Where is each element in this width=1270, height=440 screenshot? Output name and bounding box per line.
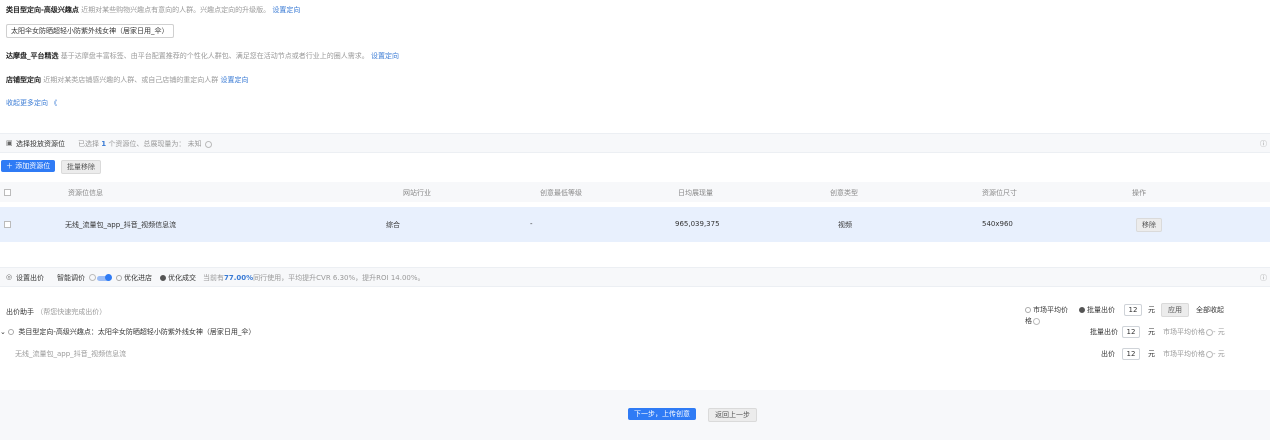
col-placement-info: 资源位信息 [68, 189, 103, 197]
store-targeting: 店铺型定向 近期对某类店铺感兴趣的人群、或自己店铺的重定向人群 设置定向 [6, 75, 248, 85]
store-set-targeting-link[interactable]: 设置定向 [220, 76, 248, 84]
bid-settings-icon: ◎ [6, 273, 13, 281]
category-targeting-title: 类目型定向-高级兴趣点 [6, 6, 79, 14]
market-avg-radio[interactable]: 市场平均价 [1025, 305, 1068, 315]
chevron-down-icon[interactable]: ⌄ [0, 328, 6, 336]
bid-helper-subtitle: （帮您快速完成出价） [36, 308, 107, 316]
help-icon[interactable] [1206, 328, 1213, 336]
smart-bid-label: 智能调价 [57, 274, 85, 282]
dmp-targeting-title: 达摩盘_平台精选 [6, 52, 59, 60]
row-industry: 综合 [386, 221, 400, 229]
bid-helper-title: 出价助手 （帮您快速完成出价） [6, 307, 106, 317]
back-button[interactable]: 返回上一步 [708, 408, 757, 422]
placement-title: 选择投放资源位 [16, 140, 65, 148]
row-placement-name: 无线_流量包_app_抖音_视频信息流 [65, 221, 177, 229]
collapse-more-targeting-link[interactable]: 收起更多定向 《 [6, 98, 57, 108]
market-avg-label: 市场平均价 [1033, 306, 1068, 314]
optimize-store-label: 优化进店 [124, 274, 152, 282]
store-targeting-title: 店铺型定向 [6, 76, 41, 84]
item-bid-label: 出价 [1101, 350, 1115, 358]
targeting-group-row[interactable]: ⌄ 类目型定向-高级兴趣点：太阳伞女防晒超轻小防紫外线女神（居家日用_伞） [0, 327, 255, 337]
collapse-all-link[interactable]: 全部收起 [1196, 305, 1224, 315]
item-market-avg: 市场平均价格 - 元 [1163, 350, 1225, 358]
smart-bid-note: 当前有77.00%同行使用，平均提升CVR 6.30%，提升ROI 14.00%… [203, 273, 425, 283]
help-icon[interactable] [88, 273, 96, 281]
group-radio[interactable] [8, 329, 15, 335]
batch-bid-unit: 元 [1148, 306, 1155, 314]
remove-button[interactable]: 移除 [1136, 218, 1162, 232]
dmp-targeting: 达摩盘_平台精选 基于达摩盘丰富标签、由平台配置推荐的个性化人群包、满足您在活动… [6, 51, 399, 61]
footer-bar: 下一步，上传创意 返回上一步 [0, 390, 1270, 440]
targeting-group-label: 类目型定向-高级兴趣点：太阳伞女防晒超轻小防紫外线女神（居家日用_伞） [18, 328, 256, 336]
col-placement-size: 资源位尺寸 [982, 189, 1017, 197]
placement-summary-prefix: 已选择 [78, 140, 99, 148]
info-icon[interactable]: ⓘ [1260, 273, 1267, 283]
placement-table-header: 资源位信息 网站行业 创意最低等级 日均展现量 创意类型 资源位尺寸 操作 [0, 182, 1270, 202]
group-market-avg: 市场平均价格 - 元 [1163, 328, 1225, 336]
item-placement-label: 无线_流量包_app_抖音_视频信息流 [15, 350, 127, 358]
note-suffix: 同行使用，平均提升CVR 6.30%，提升ROI 14.00%。 [253, 274, 425, 282]
add-placement-button[interactable]: ＋ 添加资源位 [1, 160, 56, 172]
batch-bid-label: 批量出价 [1087, 306, 1115, 314]
store-targeting-desc: 近期对某类店铺感兴趣的人群、或自己店铺的重定向人群 [43, 76, 219, 84]
col-operation: 操作 [1132, 189, 1146, 197]
placement-summary-value: 未知 [187, 140, 202, 148]
optimize-deal-label: 优化成交 [168, 274, 196, 282]
col-min-creative-level: 创意最低等级 [540, 189, 582, 197]
optimize-deal-radio[interactable]: 优化成交 [160, 273, 196, 283]
col-daily-impressions: 日均展现量 [678, 189, 713, 197]
group-bid-input[interactable]: 12 [1122, 326, 1140, 338]
table-row[interactable]: 无线_流量包_app_抖音_视频信息流 综合 - 965,039,375 视频 … [0, 207, 1270, 242]
placement-summary: 已选择 1 个资源位、总展现量为： 未知 [78, 139, 212, 149]
category-targeting: 类目型定向-高级兴趣点 近期对某些购物兴趣点有意向的人群。兴趣点定向的升级版。 … [6, 5, 300, 15]
row-impressions: 965,039,375 [675, 220, 720, 228]
item-bid-input[interactable]: 12 [1122, 348, 1140, 360]
category-targeting-desc: 近期对某些购物兴趣点有意向的人群。兴趣点定向的升级版。 [81, 6, 271, 14]
help-icon[interactable] [1206, 350, 1213, 358]
item-bid-unit: 元 [1148, 350, 1155, 358]
smart-bid-toggle[interactable] [97, 274, 112, 281]
note-prefix: 当前有 [203, 274, 224, 282]
select-all-checkbox[interactable] [4, 189, 11, 196]
dmp-targeting-desc: 基于达摩盘丰富标签、由平台配置推荐的个性化人群包、满足您在活动节点或者行业上的圈… [60, 52, 369, 60]
bid-helper-title-text: 出价助手 [6, 308, 34, 316]
placement-count: 1 [101, 140, 107, 148]
row-checkbox[interactable] [4, 221, 11, 228]
group-bid-label: 批量出价 [1090, 328, 1118, 336]
next-upload-creative-button[interactable]: 下一步，上传创意 [628, 408, 696, 420]
note-percent: 77.00% [224, 274, 254, 282]
placement-header-bar: ▣ 选择投放资源位 已选择 1 个资源位、总展现量为： 未知 ⓘ [0, 133, 1270, 153]
apply-button[interactable]: 应用 [1161, 303, 1189, 317]
group-bid-unit: 元 [1148, 328, 1155, 336]
bid-title: 设置出价 [16, 274, 44, 282]
row-min-level: - [530, 220, 533, 228]
row-size: 540x960 [982, 220, 1013, 228]
dmp-set-targeting-link[interactable]: 设置定向 [371, 52, 399, 60]
col-industry: 网站行业 [403, 189, 431, 197]
category-targeting-tag[interactable]: 太阳伞女防晒超轻小防紫外线女神（居家日用_伞） [6, 24, 174, 38]
batch-bid-radio[interactable]: 批量出价 [1079, 305, 1115, 315]
category-set-targeting-link[interactable]: 设置定向 [272, 6, 300, 14]
col-creative-type: 创意类型 [830, 189, 858, 197]
optimize-store-radio[interactable]: 优化进店 [116, 273, 152, 283]
placement-icon: ▣ [6, 139, 13, 147]
market-avg-label-2: 格 [1025, 316, 1040, 326]
bid-header-bar: ◎ 设置出价 智能调价 优化进店 优化成交 当前有77.00%同行使用，平均提升… [0, 267, 1270, 287]
batch-bid-input[interactable]: 12 [1124, 304, 1142, 316]
bulk-remove-button[interactable]: 批量移除 [61, 160, 101, 174]
help-icon[interactable] [204, 140, 212, 148]
info-icon[interactable]: ⓘ [1260, 139, 1267, 149]
placement-summary-mid: 个资源位、总展现量为： [108, 140, 186, 148]
help-icon[interactable] [1033, 317, 1040, 325]
row-creative-type: 视频 [838, 221, 852, 229]
